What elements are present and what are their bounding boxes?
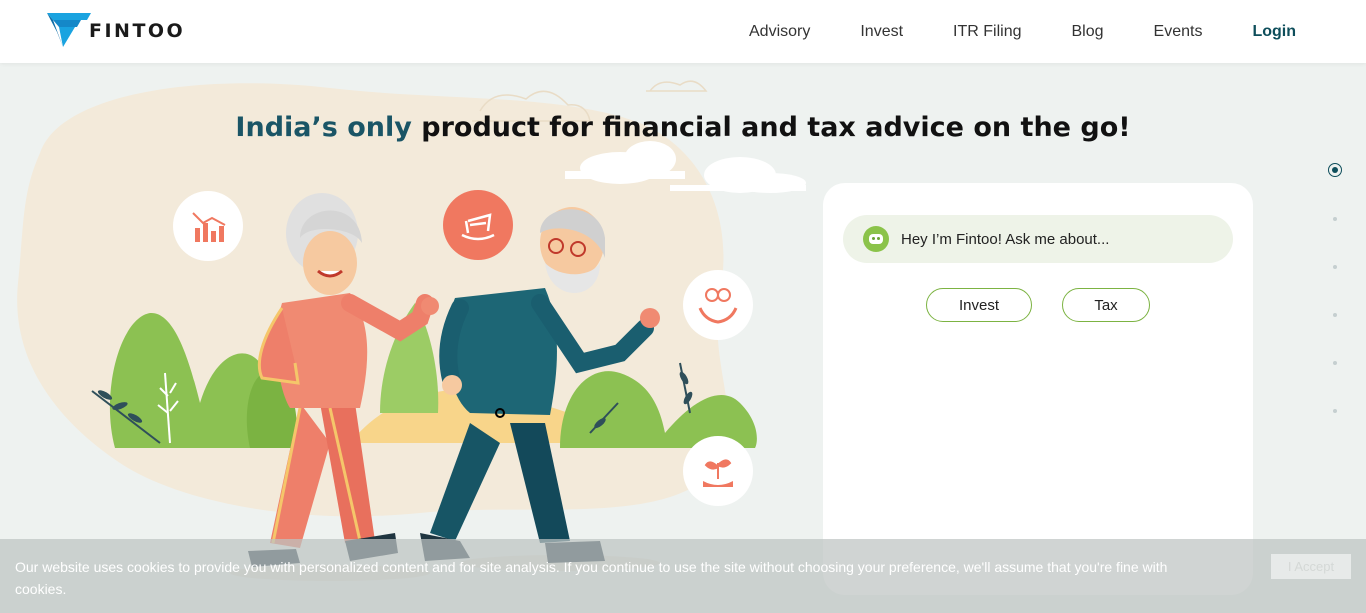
nav-login[interactable]: Login [1252, 23, 1296, 41]
nav-events[interactable]: Events [1154, 23, 1203, 41]
pager-dot[interactable] [1333, 361, 1337, 365]
cookie-banner: Our website uses cookies to provide you … [0, 539, 1366, 613]
bot-icon [863, 226, 889, 252]
chat-option-invest[interactable]: Invest [926, 288, 1032, 322]
rocking-chair-icon [443, 190, 513, 260]
pager-dot[interactable] [1333, 313, 1337, 317]
section-pager [1328, 163, 1344, 413]
nav-advisory[interactable]: Advisory [749, 23, 810, 41]
cookie-text: Our website uses cookies to provide you … [15, 559, 1168, 597]
nav-blog[interactable]: Blog [1072, 23, 1104, 41]
fintoo-logo[interactable]: FINTOO [47, 12, 185, 48]
pager-dot[interactable] [1333, 409, 1337, 413]
cookie-accept-button[interactable]: I Accept [1271, 554, 1351, 579]
hero-illustration [17, 80, 806, 581]
hero-headline: India’s only product for financial and t… [0, 112, 1366, 143]
fintoo-logo-icon [47, 13, 91, 47]
site-header: FINTOO Advisory Invest ITR Filing Blog E… [0, 0, 1366, 63]
pager-dot-active[interactable] [1328, 163, 1342, 177]
chatbot-card: Hey I’m Fintoo! Ask me about... Invest T… [823, 183, 1253, 595]
chart-icon [173, 191, 243, 261]
bot-greeting-bubble: Hey I’m Fintoo! Ask me about... [843, 215, 1233, 263]
headline-rest: product for financial and tax advice on … [411, 112, 1131, 143]
pager-dot[interactable] [1333, 217, 1337, 221]
chat-option-tax[interactable]: Tax [1062, 288, 1150, 322]
bot-greeting-text: Hey I’m Fintoo! Ask me about... [901, 230, 1110, 248]
pager-dot[interactable] [1333, 265, 1337, 269]
plant-hand-icon [683, 436, 753, 506]
logo-text: FINTOO [89, 20, 186, 42]
main-nav: Advisory Invest ITR Filing Blog Events L… [749, 0, 1296, 63]
nav-itr-filing[interactable]: ITR Filing [953, 23, 1021, 41]
headline-highlight: India’s only [235, 112, 412, 143]
rupee-hands-icon [683, 270, 753, 340]
nav-invest[interactable]: Invest [860, 23, 903, 41]
background-blob [17, 83, 729, 517]
